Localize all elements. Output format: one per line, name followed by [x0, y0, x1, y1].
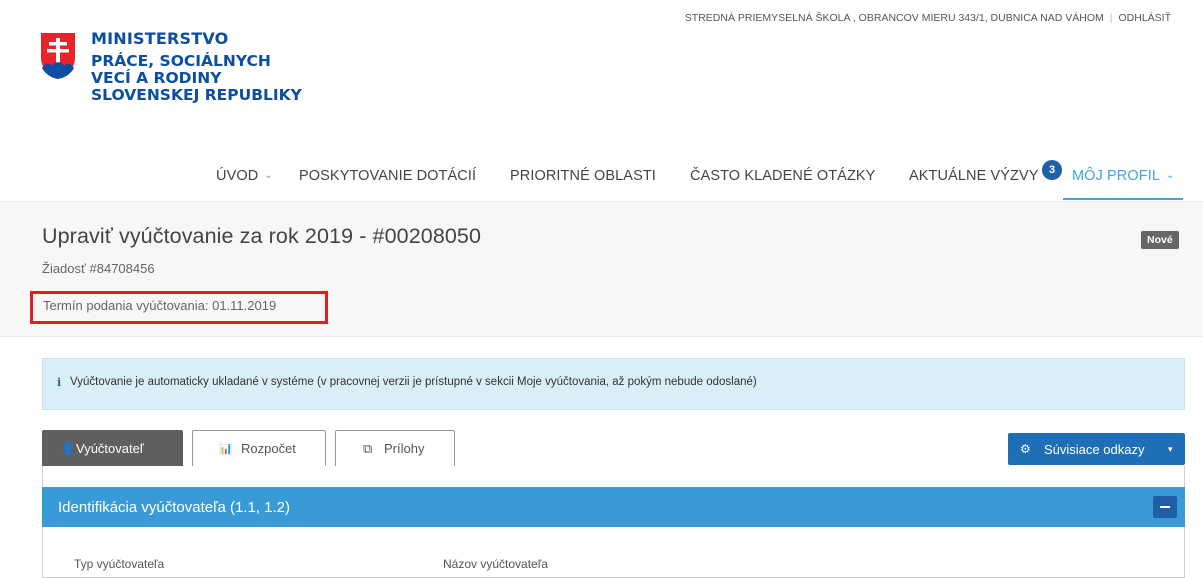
ministry-line-4: SLOVENSKEJ REPUBLIKY [91, 86, 302, 104]
info-alert: i Vyúčtovanie je automaticky ukladané v … [42, 358, 1185, 410]
main-navigation: ÚVOD ⌄ POSKYTOVANIE DOTÁCIÍ PRIORITNÉ OBL… [0, 168, 1203, 200]
related-links-label: Súvisiace odkazy [1044, 442, 1145, 457]
topbar-separator: | [1109, 12, 1113, 24]
related-links-button[interactable]: ⚙ Súvisiace odkazy ▾ [1008, 433, 1185, 465]
nav-item-casto-kladene-otazky[interactable]: ČASTO KLADENÉ OTÁZKY [690, 168, 875, 184]
nav-label: PRIORITNÉ OBLASTI [510, 168, 656, 184]
chevron-down-icon: ⌄ [1166, 170, 1175, 181]
nav-label: ÚVOD [216, 168, 259, 184]
nav-label: MÔJ PROFIL [1072, 168, 1161, 184]
tab-label: Rozpočet [241, 441, 296, 456]
panel-header: Identifikácia vyúčtovateľa (1.1, 1.2) [42, 487, 1185, 527]
user-organization: STREDNÁ PRIEMYSELNÁ ŠKOLA , OBRANCOV MIE… [684, 12, 1104, 24]
tab-vyuctovatel[interactable]: 👤 Vyúčtovateľ [42, 430, 183, 466]
nav-label: ČASTO KLADENÉ OTÁZKY [690, 168, 876, 184]
ministry-line-1: MINISTERSTVO [91, 29, 229, 48]
alert-text: Vyúčtovanie je automaticky ukladané v sy… [70, 376, 757, 388]
caret-down-icon: ▾ [1168, 444, 1173, 454]
slovak-coat-of-arms-icon [39, 31, 77, 82]
ministry-name[interactable]: MINISTERSTVO PRÁCE, SOCIÁLNYCH VECÍ A RO… [91, 30, 302, 104]
ministry-logo[interactable] [38, 30, 78, 82]
tab-rozpocet[interactable]: 📊 Rozpočet [192, 430, 326, 466]
challenges-count-badge: 3 [1042, 160, 1062, 180]
nav-item-aktualne-vyzvy[interactable]: AKTUÁLNE VÝZVY [909, 168, 1039, 184]
request-number: Žiadosť #84708456 [42, 261, 155, 276]
user-bar: STREDNÁ PRIEMYSELNÁ ŠKOLA , OBRANCOV MIE… [685, 12, 1171, 24]
panel-title: Identifikácia vyúčtovateľa (1.1, 1.2) [58, 499, 290, 516]
user-icon: 👤 [61, 443, 75, 455]
info-icon: i [57, 376, 62, 389]
active-nav-indicator [1063, 198, 1183, 200]
nav-label: POSKYTOVANIE DOTÁCIÍ [299, 168, 477, 184]
status-badge: Nové [1141, 231, 1179, 249]
nav-label: AKTUÁLNE VÝZVY [909, 168, 1039, 184]
collapse-button[interactable] [1153, 496, 1177, 518]
submission-deadline: Termín podania vyúčtovania: 01.11.2019 [43, 298, 277, 313]
nav-item-moj-profil[interactable]: MÔJ PROFIL ⌄ [1072, 168, 1175, 184]
logout-link[interactable]: ODHLÁSIŤ [1118, 12, 1171, 24]
nav-item-uvod[interactable]: ÚVOD ⌄ [216, 168, 273, 184]
tab-label: Prílohy [384, 441, 425, 456]
nav-item-poskytovanie-dotacii[interactable]: POSKYTOVANIE DOTÁCIÍ [299, 168, 476, 184]
ministry-line-2: PRÁCE, SOCIÁLNYCH [91, 52, 271, 70]
tab-prilohy[interactable]: ⧉ Prílohy [335, 430, 455, 466]
tab-label: Vyúčtovateľ [76, 441, 144, 456]
bar-chart-icon: 📊 [219, 443, 233, 455]
chevron-down-icon: ⌄ [264, 170, 273, 181]
field-label-typ-vyuctovatela: Typ vyúčtovateľa [74, 557, 165, 571]
page-title: Upraviť vyúčtovanie za rok 2019 - #00208… [42, 224, 482, 248]
files-icon: ⧉ [363, 441, 373, 456]
ministry-line-3: VECÍ A RODINY [91, 69, 222, 87]
minus-icon [1160, 506, 1170, 508]
nav-item-prioritne-oblasti[interactable]: PRIORITNÉ OBLASTI [510, 168, 656, 184]
cogs-icon: ⚙ [1020, 442, 1031, 456]
field-label-nazov-vyuctovatela: Názov vyúčtovateľa [443, 557, 548, 571]
